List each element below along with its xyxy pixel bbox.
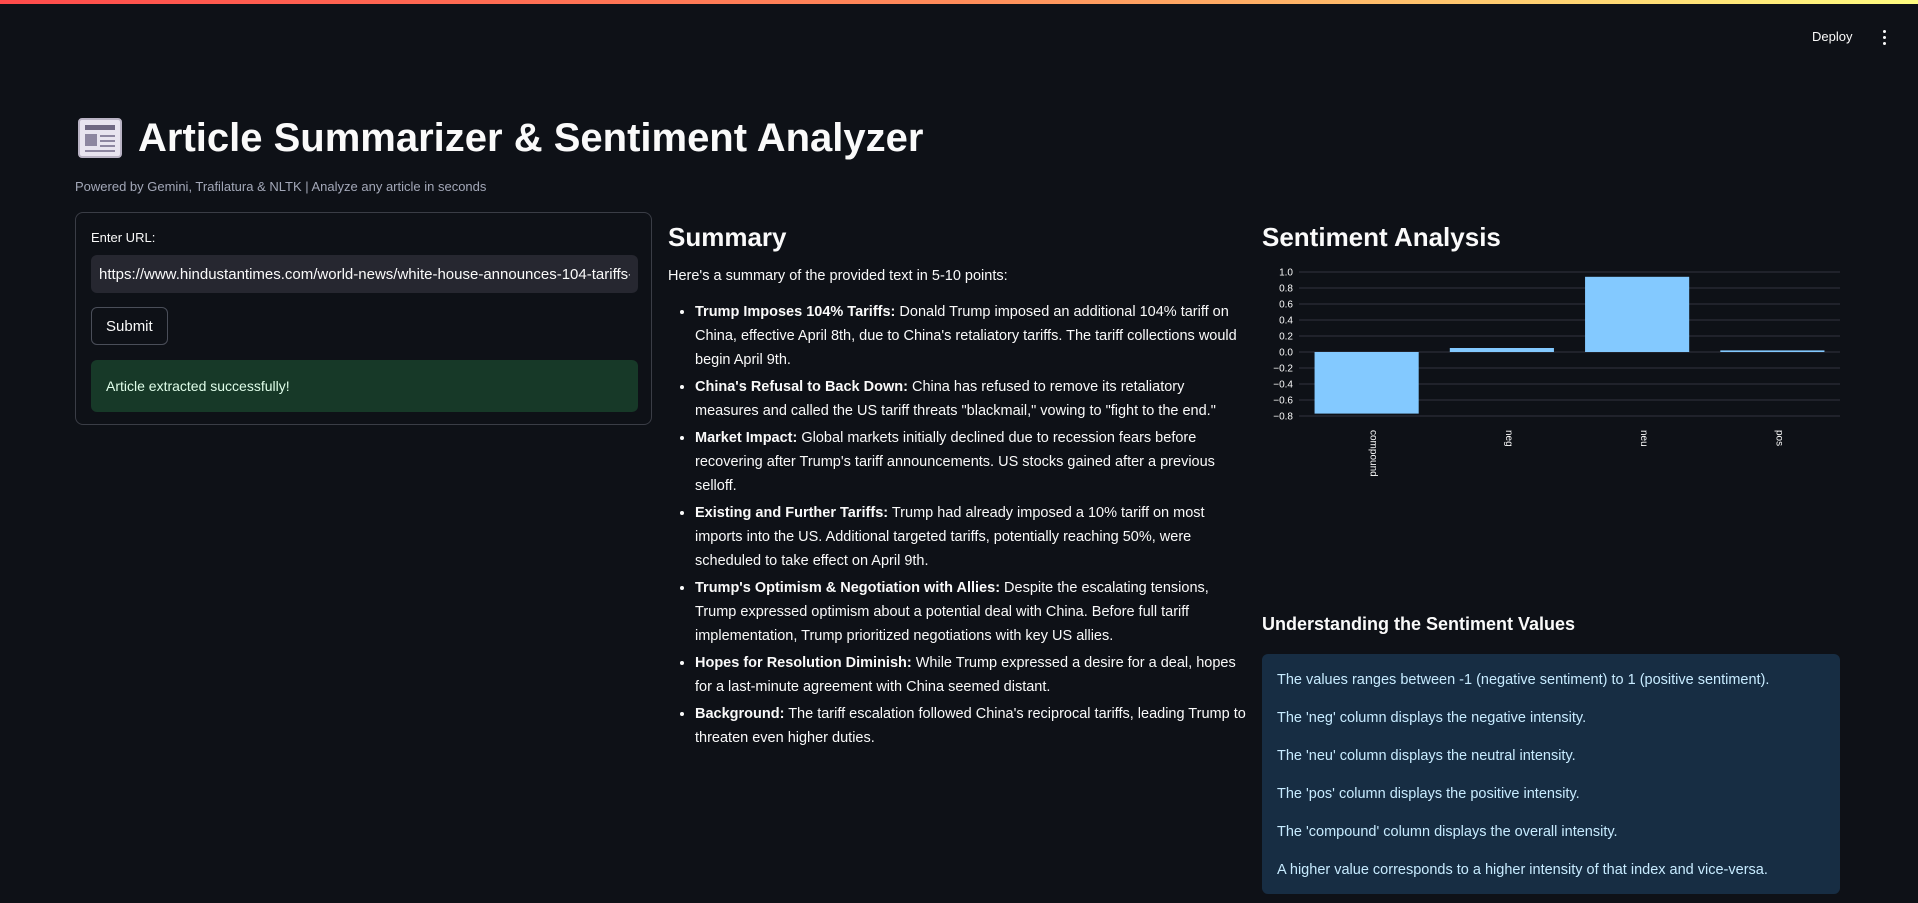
page-header: Article Summarizer & Sentiment Analyzer xyxy=(78,110,923,166)
sentiment-bar-chart: 1.0 0.8 0.6 0.4 0.2 0.0 −0.2 −0.4 −0.6 −0.8 compou… xyxy=(1273,268,1840,477)
x-tick-label: compound xyxy=(1368,430,1379,477)
sentiment-heading: Sentiment Analysis xyxy=(1262,222,1501,252)
summary-point: Market Impact: Global markets initially … xyxy=(695,426,1248,498)
summary-heading: Summary xyxy=(668,222,787,252)
info-line: The values ranges between -1 (negative s… xyxy=(1277,672,1770,688)
info-line: The 'pos' column displays the positive i… xyxy=(1277,786,1580,802)
summary-intro: Here's a summary of the provided text in… xyxy=(668,268,1008,284)
summary-point: Trump Imposes 104% Tariffs: Donald Trump… xyxy=(695,300,1248,372)
summary-point-title: Background: xyxy=(695,706,785,722)
bar-neu[interactable] xyxy=(1585,276,1690,352)
y-tick-label: 0.8 xyxy=(1279,284,1293,295)
info-line: A higher value corresponds to a higher i… xyxy=(1277,862,1768,878)
sentiment-info-box: The values ranges between -1 (negative s… xyxy=(1262,654,1840,894)
bar-pos[interactable] xyxy=(1720,350,1825,352)
summary-point: Background: The tariff escalation follow… xyxy=(695,702,1248,750)
deploy-button[interactable]: Deploy xyxy=(1806,24,1858,50)
summary-point: Hopes for Resolution Diminish: While Tru… xyxy=(695,651,1248,699)
bar-neg[interactable] xyxy=(1449,348,1554,352)
newspaper-icon xyxy=(78,118,122,158)
page-title: Article Summarizer & Sentiment Analyzer xyxy=(138,115,924,160)
y-tick-label: −0.4 xyxy=(1273,380,1293,391)
y-tick-label: 0.2 xyxy=(1279,332,1293,343)
info-line: The 'neu' column displays the neutral in… xyxy=(1277,748,1576,764)
summary-section: Summary Here's a summary of the provided… xyxy=(668,219,1248,753)
x-tick-label: pos xyxy=(1773,430,1784,446)
summary-point-title: Trump's Optimism & Negotiation with Alli… xyxy=(695,580,1001,596)
y-tick-label: 0.6 xyxy=(1279,300,1293,311)
summary-point-title: Existing and Further Tariffs: xyxy=(695,505,889,521)
kebab-menu-icon[interactable] xyxy=(1876,26,1892,48)
info-line: The 'neg' column displays the negative i… xyxy=(1277,710,1587,726)
y-tick-label: −0.6 xyxy=(1273,396,1293,407)
y-tick-label: 1.0 xyxy=(1279,268,1293,279)
url-label: Enter URL: xyxy=(91,230,156,245)
understanding-heading: Understanding the Sentiment Values xyxy=(1262,614,1576,634)
y-tick-label: −0.8 xyxy=(1273,412,1293,423)
url-form-card: Enter URL: Submit Article extracted succ… xyxy=(75,212,652,425)
url-input[interactable] xyxy=(91,255,638,293)
summary-point-title: China's Refusal to Back Down: xyxy=(695,379,908,395)
summary-point-title: Hopes for Resolution Diminish: xyxy=(695,655,912,671)
submit-button[interactable]: Submit xyxy=(91,307,168,345)
y-tick-label: −0.2 xyxy=(1273,364,1293,375)
summary-point-title: Trump Imposes 104% Tariffs: xyxy=(695,304,896,320)
page-subtitle: Powered by Gemini, Trafilatura & NLTK | … xyxy=(75,179,487,194)
summary-point-title: Market Impact: xyxy=(695,430,798,446)
sentiment-chart: 1.0 0.8 0.6 0.4 0.2 0.0 −0.2 −0.4 −0.6 −0.8 compou… xyxy=(1262,262,1842,582)
y-tick-label: 0.0 xyxy=(1279,348,1293,359)
summary-point: China's Refusal to Back Down: China has … xyxy=(695,375,1248,423)
sentiment-section: Sentiment Analysis xyxy=(1262,219,1840,255)
summary-point: Trump's Optimism & Negotiation with Alli… xyxy=(695,576,1248,648)
summary-point: Existing and Further Tariffs: Trump had … xyxy=(695,501,1248,573)
bar-compound[interactable] xyxy=(1314,352,1419,414)
summary-list: Trump Imposes 104% Tariffs: Donald Trump… xyxy=(668,300,1248,750)
y-tick-label: 0.4 xyxy=(1279,316,1293,327)
top-accent-line xyxy=(0,0,1918,4)
x-tick-label: neu xyxy=(1638,430,1649,447)
success-alert: Article extracted successfully! xyxy=(91,360,638,412)
info-line: The 'compound' column displays the overa… xyxy=(1277,824,1618,840)
x-tick-label: neg xyxy=(1503,430,1514,447)
